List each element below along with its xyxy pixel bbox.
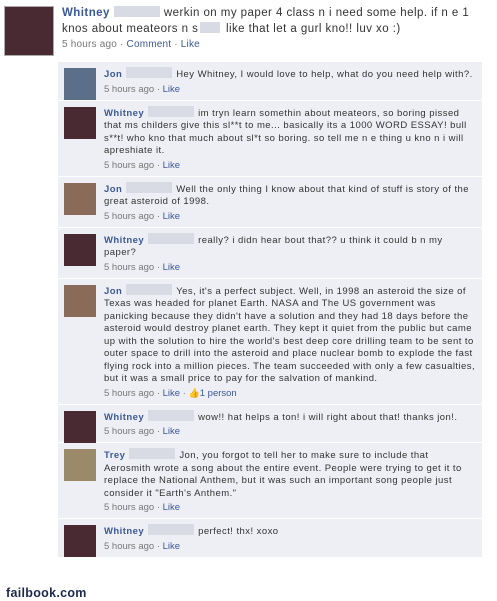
- avatar[interactable]: [64, 284, 96, 317]
- redacted-surname: [126, 283, 173, 295]
- comment-item: Whitney im tryn learn somethin about meat…: [58, 100, 482, 177]
- comment-item: Whitney perfect! thx! xoxo 5 hours ago · …: [58, 519, 482, 558]
- like-link[interactable]: Like: [163, 426, 180, 437]
- like-link[interactable]: Like: [163, 262, 180, 273]
- comment-item: Jon Yes, it's a perfect subject. Well, in…: [58, 278, 482, 405]
- watermark: failbook.com: [3, 586, 90, 600]
- comment-text: Hey Whitney, I would love to help, what …: [176, 69, 473, 80]
- status-post: Whitney werkin on my paper 4 class n i ne…: [0, 0, 497, 62]
- comment-author[interactable]: Jon: [104, 69, 122, 80]
- comment-time: 5 hours ago: [104, 502, 155, 513]
- avatar[interactable]: [64, 68, 96, 100]
- like-count-link[interactable]: 1 person: [200, 388, 237, 399]
- comment-time: 5 hours ago: [104, 426, 155, 437]
- status-body: Whitney werkin on my paper 4 class n i ne…: [62, 5, 492, 52]
- status-meta: 5 hours ago · Comment · Like: [62, 38, 492, 52]
- like-link[interactable]: Like: [163, 541, 180, 552]
- comment-item: Whitney really? i didn hear bout that?? u…: [58, 227, 482, 279]
- separator: ·: [120, 39, 124, 50]
- redacted-surname: [148, 524, 195, 535]
- comment-list: Jon Hey Whitney, I would love to help, wh…: [58, 62, 482, 601]
- like-link[interactable]: Like: [163, 502, 180, 513]
- redacted-surname: [148, 232, 195, 244]
- avatar[interactable]: [64, 106, 96, 139]
- status-text-part2: like that let a gurl kno!! luv xo :): [222, 23, 401, 35]
- comment-author[interactable]: Whitney: [104, 235, 144, 246]
- comment-time: 5 hours ago: [104, 83, 155, 95]
- redacted-surname: [126, 181, 173, 193]
- redacted-surname: [148, 105, 195, 117]
- like-link[interactable]: Like: [163, 84, 180, 95]
- status-time: 5 hours ago: [62, 39, 118, 50]
- comment-time: 5 hours ago: [104, 540, 155, 552]
- comment-time: 5 hours ago: [104, 261, 155, 273]
- comment-text: perfect! thx! xoxo: [198, 526, 279, 537]
- avatar[interactable]: [64, 182, 96, 215]
- avatar[interactable]: [4, 6, 54, 56]
- comment-item: Trey Jon, you forgot to tell her to make …: [58, 443, 482, 519]
- comment-author[interactable]: Jon: [104, 286, 122, 297]
- redacted-surname: [148, 409, 195, 421]
- like-link[interactable]: Like: [163, 160, 180, 171]
- avatar[interactable]: [64, 449, 96, 481]
- like-link[interactable]: Like: [163, 211, 180, 222]
- comment-author[interactable]: Whitney: [104, 526, 144, 537]
- avatar[interactable]: [64, 525, 96, 557]
- comment-item: Jon Well the only thing I know about that…: [58, 176, 482, 228]
- redacted-surname: [129, 448, 176, 459]
- avatar[interactable]: [64, 233, 96, 266]
- comment-item: Whitney wow!! hat helps a ton! i will rig…: [58, 404, 482, 443]
- comment-item: Jon Hey Whitney, I would love to help, wh…: [58, 62, 482, 101]
- separator: ·: [174, 39, 178, 50]
- comment-author[interactable]: Whitney: [104, 412, 144, 423]
- comment-text: Yes, it's a perfect subject. Well, in 19…: [104, 285, 476, 385]
- comment-time: 5 hours ago: [104, 210, 155, 222]
- redacted-surname: [113, 6, 160, 17]
- comment-link[interactable]: Comment: [127, 39, 172, 50]
- comment-text: wow!! hat helps a ton! i will right abou…: [198, 411, 458, 423]
- comment-time: 5 hours ago: [104, 387, 155, 399]
- comment-time: 5 hours ago: [104, 159, 155, 171]
- like-link[interactable]: Like: [181, 39, 200, 50]
- comment-author[interactable]: Trey: [104, 450, 125, 461]
- status-author[interactable]: Whitney: [62, 7, 110, 19]
- avatar[interactable]: [64, 410, 96, 443]
- thumbs-up-icon: 👍: [188, 387, 200, 398]
- redacted-surname: [126, 67, 173, 78]
- comment-author[interactable]: Jon: [104, 184, 122, 195]
- comment-author[interactable]: Whitney: [104, 108, 144, 119]
- censor-mark: [200, 22, 221, 33]
- like-link[interactable]: Like: [163, 388, 180, 399]
